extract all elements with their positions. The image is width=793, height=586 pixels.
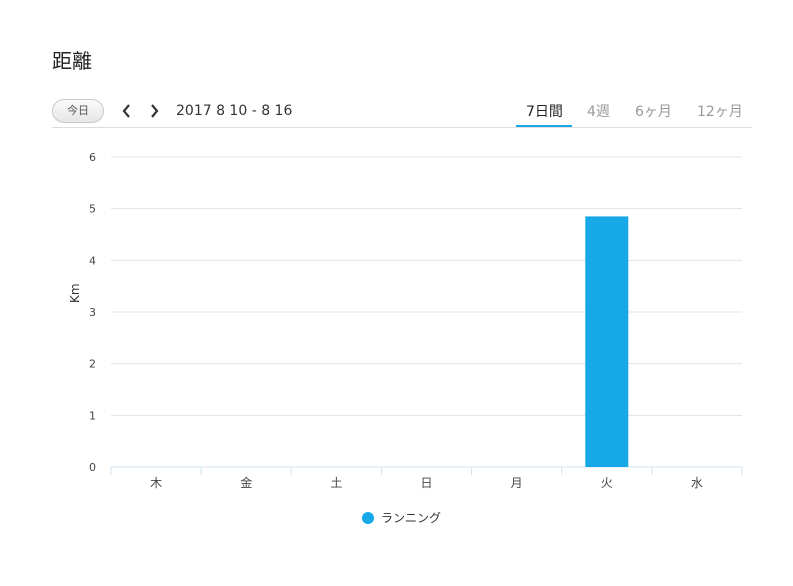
bar-chart: 0 1 2 3 4 5 6 木 金 土 日 月 火 水 <box>89 151 743 490</box>
y-tick-label: 3 <box>89 306 96 319</box>
x-tick-label: 木 <box>150 476 162 490</box>
y-tick-label: 5 <box>89 203 96 216</box>
y-tick-label: 4 <box>89 254 96 267</box>
legend-label: ランニング <box>381 511 442 525</box>
x-tick-label: 火 <box>601 476 613 490</box>
y-tick-label: 6 <box>89 151 96 164</box>
y-tick-label: 0 <box>89 461 96 474</box>
x-tick-label: 日 <box>420 476 432 490</box>
x-tick-label: 土 <box>330 476 342 490</box>
y-tick-label: 1 <box>89 409 96 422</box>
x-tick-label: 水 <box>691 476 703 490</box>
x-tick-label: 月 <box>511 476 523 490</box>
y-tick-label: 2 <box>89 358 96 371</box>
chart-legend: ランニング <box>362 509 441 526</box>
x-tick-label: 金 <box>240 475 252 490</box>
legend-swatch <box>362 511 374 524</box>
bar <box>585 216 629 467</box>
